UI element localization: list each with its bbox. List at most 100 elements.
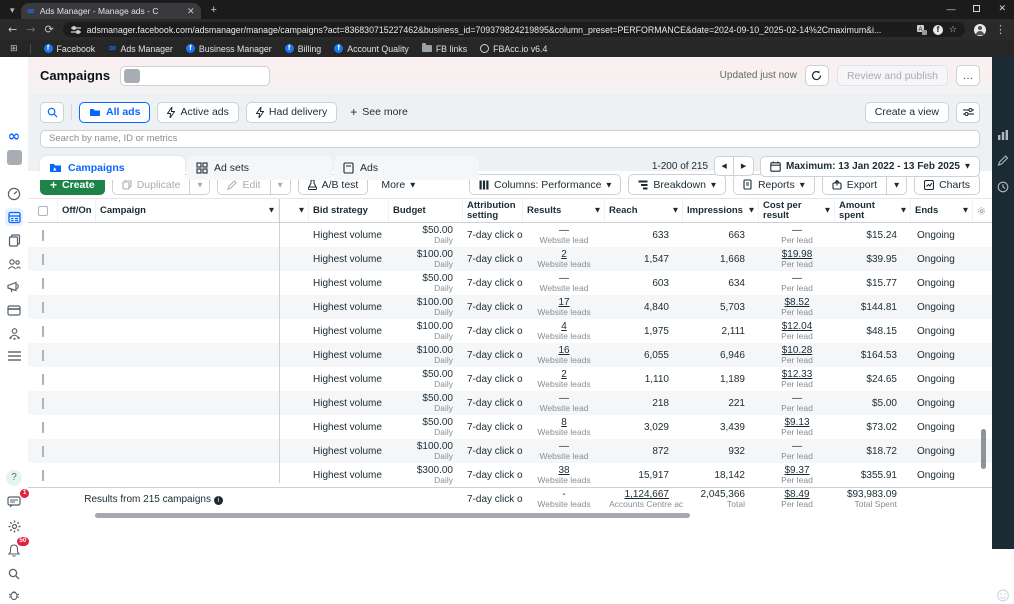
row-checkbox[interactable] [42,470,44,481]
col-budget[interactable]: Budget [389,199,463,222]
bookmark-fbacc[interactable]: FBAcc.io v6.4 [480,44,547,54]
budget-cell: $50.00Daily [389,369,463,389]
account-overview-gauge-icon[interactable] [5,185,23,203]
bookmark-ads-manager[interactable]: ∞Ads Manager [108,44,173,54]
col-campaign[interactable]: Campaign▼ [96,199,279,222]
refresh-button[interactable] [805,65,829,86]
col-amount-spent[interactable]: Amount spent▼ [835,199,911,222]
create-a-view-button[interactable]: Create a view [865,102,949,123]
col-results[interactable]: Results▼ [523,199,605,222]
horizontal-scrollbar-thumb[interactable] [95,513,690,518]
select-all-checkbox[interactable] [38,206,48,216]
impressions-cell: 663 [683,230,759,241]
advertise-megaphone-icon[interactable] [5,278,23,296]
row-checkbox[interactable] [42,350,44,361]
history-clock-icon[interactable] [997,181,1009,193]
filter-active-ads[interactable]: Active ads [157,102,238,123]
profile-avatar[interactable] [974,24,986,36]
ends-cell: Ongoing [911,302,973,313]
row-checkbox[interactable] [42,230,44,241]
header-more-button[interactable]: … [956,65,980,86]
filter-search-icon[interactable] [40,102,64,123]
audiences-people-icon[interactable] [5,255,23,273]
col-reach[interactable]: Reach▼ [605,199,683,222]
meta-logo-icon[interactable]: ∞ [5,127,23,145]
tab-ad-sets[interactable]: Ad sets [187,156,332,180]
view-settings-sliders-icon[interactable] [956,102,980,123]
apps-grid-icon[interactable]: ⊞ [10,43,17,54]
campaigns-table-icon[interactable] [5,208,23,226]
filter-see-more[interactable]: +See more [344,105,414,119]
tab-campaigns[interactable]: ▲ Campaigns [40,156,185,180]
attribution-cell: 7-day click or ... [463,302,523,313]
col-attribution[interactable]: Attribution setting [463,199,523,222]
row-checkbox[interactable] [42,326,44,337]
bookmark-fb-links[interactable]: FB links [422,44,467,54]
translate-icon[interactable]: A [917,25,927,35]
ends-cell: Ongoing [911,254,973,265]
all-tools-menu-icon[interactable] [5,347,23,365]
more-button[interactable]: More▼ [375,179,421,191]
url-bar[interactable]: adsmanager.facebook.com/adsmanager/manag… [63,22,965,37]
filter-had-delivery[interactable]: Had delivery [246,102,337,123]
col-cost-per-result[interactable]: Cost per result▼ [759,199,835,222]
bookmark-account-quality[interactable]: fAccount Quality [334,44,409,54]
bug-report-icon[interactable] [5,586,23,604]
row-checkbox[interactable] [42,302,44,313]
row-checkbox[interactable] [42,278,44,289]
new-tab-button[interactable]: + [211,4,217,16]
browser-tab[interactable]: ∞ Ads Manager - Manage ads - C ✕ [21,3,201,19]
facebook-extension-icon[interactable]: f [933,25,943,35]
info-icon[interactable]: i [214,496,223,505]
tab-ads[interactable]: Ads [334,156,479,180]
forward-icon[interactable]: → [26,23,35,36]
minimize-button[interactable]: — [946,4,955,14]
back-icon[interactable]: ← [8,23,17,36]
review-and-publish-button[interactable]: Review and publish [837,65,948,86]
row-checkbox[interactable] [42,446,44,457]
site-controls-icon[interactable] [71,25,81,35]
filter-token-chip[interactable] [124,69,140,83]
billing-card-icon[interactable] [5,301,23,319]
row-checkbox[interactable] [42,374,44,385]
maximize-button[interactable] [973,5,980,12]
messages-icon[interactable]: 1 [5,493,23,511]
search-icon[interactable] [5,565,23,583]
account-avatar[interactable] [5,148,23,166]
col-ends[interactable]: Ends▼ [911,199,973,222]
notifications-bell-icon[interactable]: 50 [5,541,23,559]
edit-pencil-icon[interactable] [998,155,1009,166]
row-checkbox[interactable] [42,398,44,409]
filter-all-ads[interactable]: All ads [79,102,150,123]
col-impressions[interactable]: Impressions▼ [683,199,759,222]
vertical-scrollbar-thumb[interactable] [981,429,986,469]
insights-chart-icon[interactable] [997,129,1009,141]
reload-icon[interactable]: ⟳ [44,23,53,36]
feedback-smiley-icon[interactable] [997,589,1010,602]
col-delivery-mini[interactable]: ▼ [279,199,309,222]
close-button[interactable]: ✕ [998,3,1006,14]
column-settings-gear-icon[interactable] [973,199,990,222]
bookmark-business-manager[interactable]: fBusiness Manager [186,44,272,54]
bid-strategy-cell: Highest volume [309,302,389,313]
help-icon[interactable]: ? [5,469,23,487]
bookmark-star-icon[interactable]: ☆ [949,25,957,35]
next-page-button[interactable]: ▶ [734,156,754,176]
business-settings-person-icon[interactable] [5,324,23,342]
prev-page-button[interactable]: ◀ [714,156,734,176]
col-bid-strategy[interactable]: Bid strategy [309,199,389,222]
reports-icon [743,179,753,190]
row-checkbox[interactable] [42,422,44,433]
campaign-id-filter-input[interactable] [120,66,270,86]
bookmark-facebook[interactable]: fFacebook [44,44,96,54]
browser-menu-icon[interactable]: ⋮ [995,23,1006,36]
date-range-picker[interactable]: Maximum: 13 Jan 2022 - 13 Feb 2025 ▼ [760,156,980,177]
tab-search-chevron-icon[interactable]: ▾ [10,5,15,16]
row-checkbox[interactable] [42,254,44,265]
tab-close-icon[interactable]: ✕ [187,6,195,17]
ads-reporting-pages-icon[interactable] [5,231,23,249]
search-input[interactable] [40,130,980,148]
bookmark-billing[interactable]: fBilling [285,44,321,54]
col-off-on[interactable]: Off/On [58,199,96,222]
settings-gear-icon[interactable] [5,517,23,535]
